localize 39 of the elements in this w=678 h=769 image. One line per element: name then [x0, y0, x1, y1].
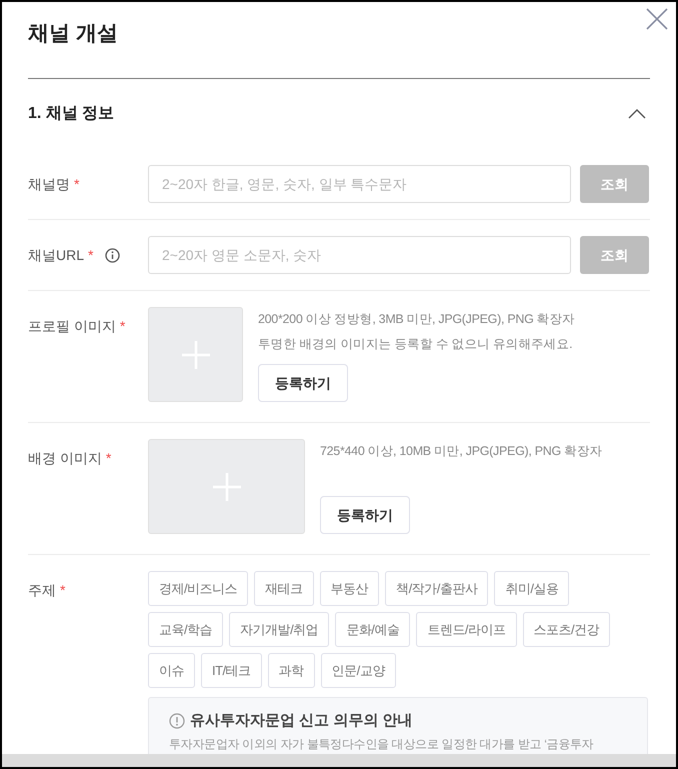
section-title: 1. 채널 정보 — [28, 104, 114, 124]
required-mark: * — [60, 580, 66, 600]
topic-tag[interactable]: 이슈 — [148, 653, 195, 688]
topic-tag[interactable]: 경제/비즈니스 — [148, 571, 248, 606]
input-field[interactable]: 2~20자 영문 소문자, 숫자 — [148, 236, 571, 274]
required-mark: * — [106, 448, 112, 468]
alert-icon — [169, 713, 185, 730]
topic-tag[interactable]: 취미/실용 — [494, 571, 570, 606]
topic-tag[interactable]: 자기개발/취업 — [229, 612, 330, 647]
topic-tag[interactable]: 스포츠/건강 — [522, 612, 610, 647]
required-mark: * — [120, 316, 126, 336]
input-field[interactable]: 2~20자 한글, 영문, 숫자, 일부 특수문자 — [148, 165, 571, 203]
chevron-up-icon[interactable] — [628, 109, 646, 119]
topic-tag[interactable]: 교육/학습 — [148, 612, 224, 647]
info-icon[interactable] — [105, 248, 120, 262]
hint-text: 200*200 이상 정방형, 3MB 미만, JPG(JPEG), PNG 확장자 투명한 배경의 이미지는 등록할 수 없으니 유의해주세요. — [258, 311, 575, 353]
topic-tag[interactable]: 부동산 — [320, 571, 380, 606]
field-label: 채널명 — [28, 174, 70, 194]
notice-text: 투자자문업자 이외의 자가 불특정다수인을 대상으로 일정한 대가를 받고 ‘금융투자 — [169, 736, 594, 752]
field-label: 배경 이미지 — [28, 448, 102, 468]
field-label: 주제 — [28, 580, 56, 600]
hint-text: 725*440 이상, 10MB 미만, JPG(JPEG), PNG 확장자 — [320, 443, 602, 460]
topic-tag[interactable]: 과학 — [268, 653, 315, 688]
register-button[interactable]: 등록하기 — [320, 496, 410, 534]
close-icon[interactable] — [646, 8, 668, 30]
horizontal-scrollbar[interactable] — [2, 754, 676, 767]
field-label: 채널URL — [28, 246, 84, 264]
topic-tag[interactable]: 인문/교양 — [320, 653, 396, 688]
notice-title: 유사투자자문업 신고 의무의 안내 — [190, 711, 413, 731]
required-mark: * — [88, 246, 94, 264]
required-mark: * — [74, 174, 80, 194]
topic-tag[interactable]: 책/작가/출판사 — [385, 571, 488, 606]
topic-tag[interactable]: 재테크 — [254, 571, 314, 606]
register-button[interactable]: 등록하기 — [258, 364, 348, 402]
topic-tag[interactable]: 트렌드/라이프 — [416, 612, 516, 647]
topic-tag[interactable]: IT/테크 — [201, 653, 262, 688]
dialog-title: 채널 개설 — [28, 21, 118, 47]
field-label: 프로필 이미지 — [28, 316, 116, 336]
topic-tag[interactable]: 문화/예술 — [335, 612, 410, 647]
